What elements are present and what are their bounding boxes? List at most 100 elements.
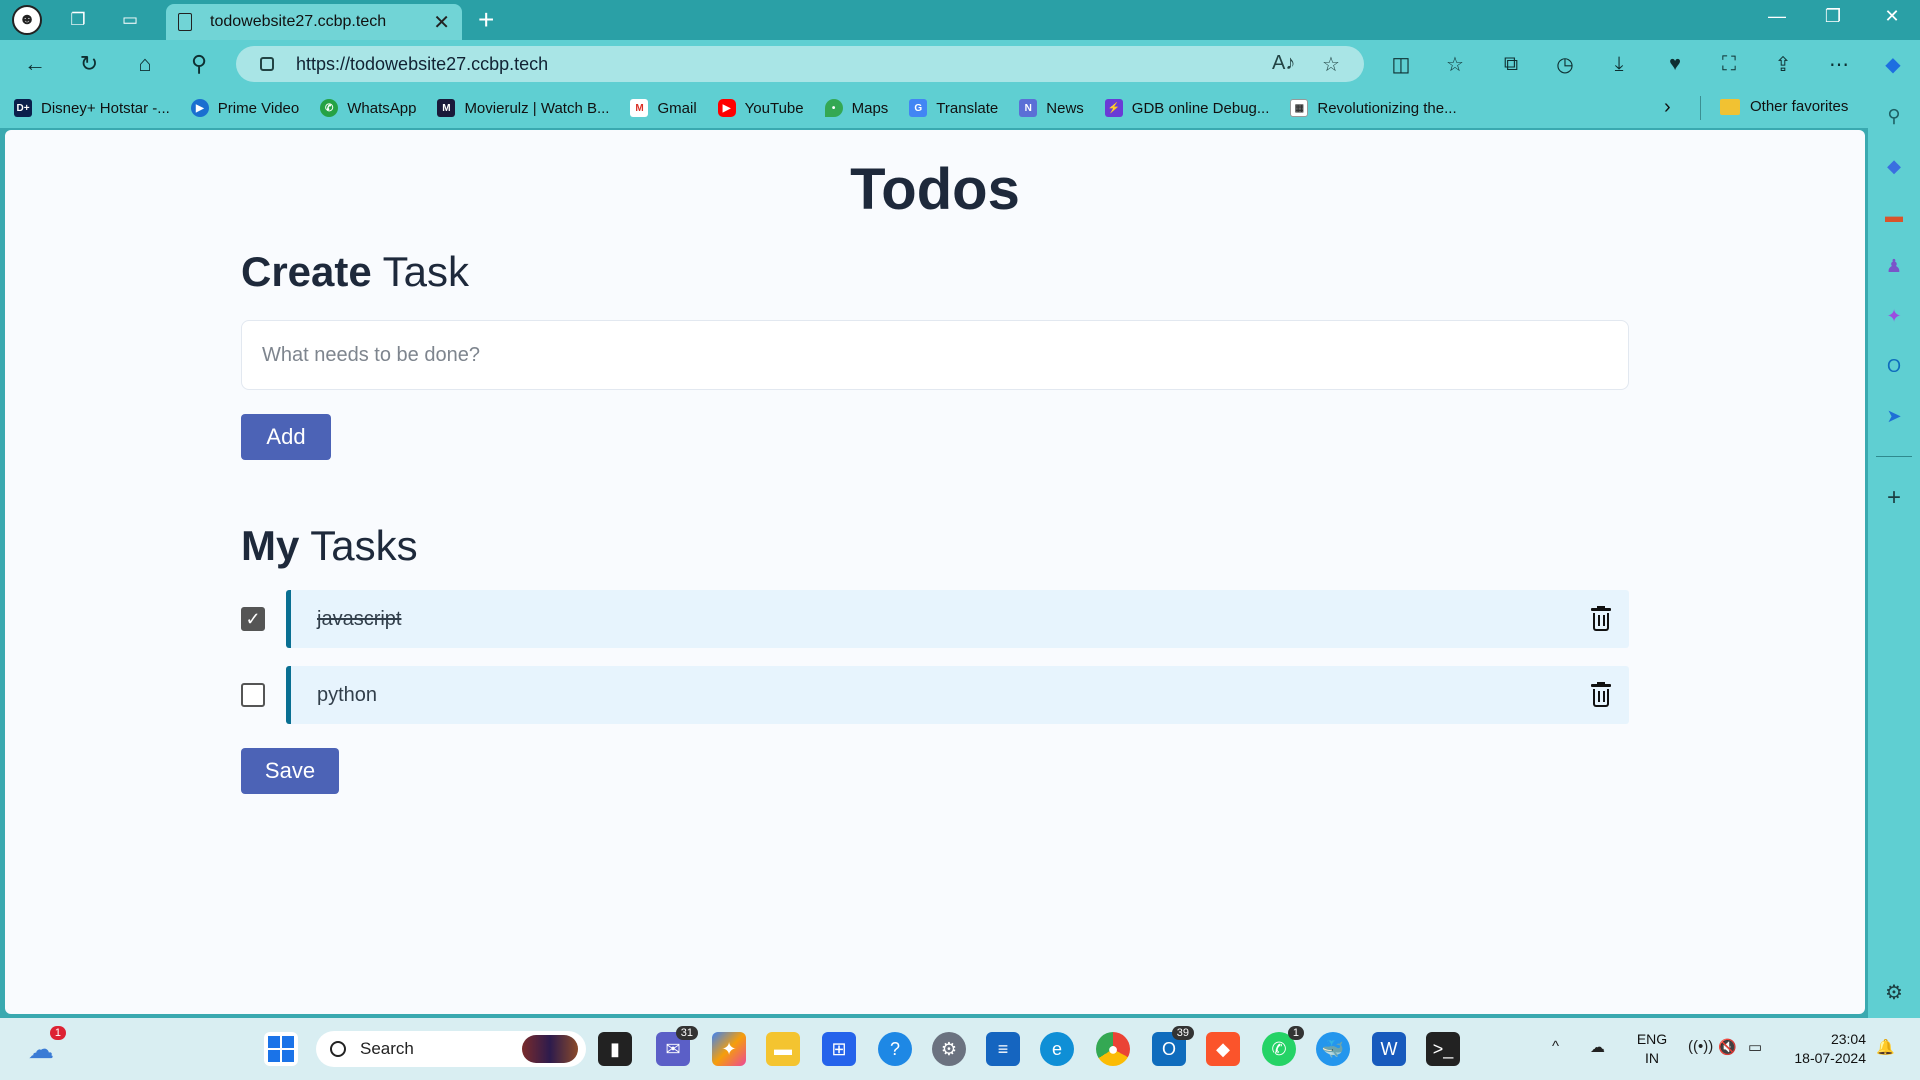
- youtube-icon: ▶: [717, 99, 736, 117]
- wifi-icon[interactable]: ((•)): [1688, 1038, 1713, 1055]
- notification-bell-icon[interactable]: 🔔: [1876, 1038, 1895, 1056]
- browser-essentials-icon[interactable]: ♥: [1660, 50, 1690, 78]
- docker-icon[interactable]: 🐳: [1316, 1032, 1350, 1066]
- favorite-prime-video[interactable]: ▶ Prime Video: [190, 99, 299, 117]
- refresh-icon[interactable]: ↻: [74, 50, 104, 78]
- close-window-icon[interactable]: ✕: [1872, 6, 1912, 27]
- url-text[interactable]: https://todowebsite27.ccbp.tech: [296, 54, 548, 75]
- battery-icon[interactable]: ▭: [1748, 1038, 1762, 1056]
- games-icon[interactable]: ♟: [1880, 252, 1908, 280]
- read-aloud-icon[interactable]: A♪: [1272, 52, 1295, 75]
- split-screen-icon[interactable]: ◫: [1386, 50, 1416, 78]
- favorites-bar: D+ Disney+ Hotstar -... ▶ Prime Video ✆ Wha…: [0, 88, 1880, 128]
- settings-icon[interactable]: ⚙: [932, 1032, 966, 1066]
- copilot-taskbar-icon[interactable]: ✦: [712, 1032, 746, 1066]
- system-clock[interactable]: 23:04 18-07-2024: [1786, 1030, 1866, 1068]
- page-title: Todos: [850, 157, 1020, 222]
- copilot-sidebar-icon[interactable]: ✦: [1880, 302, 1908, 330]
- volume-muted-icon[interactable]: 🔇: [1718, 1038, 1737, 1056]
- copilot-icon[interactable]: ◆: [1878, 50, 1908, 78]
- lock-icon[interactable]: [260, 57, 274, 71]
- other-favorites[interactable]: Other favorites: [1720, 98, 1848, 115]
- new-tab-icon[interactable]: +: [478, 4, 494, 36]
- outlook-icon[interactable]: O: [1880, 352, 1908, 380]
- edge-sidebar: ⚲ ◆ ▬ ♟ ✦ O ➤ + ⚙: [1868, 88, 1920, 1018]
- teams-icon[interactable]: ✉ 31: [656, 1026, 698, 1066]
- onedrive-icon[interactable]: ☁: [1590, 1038, 1605, 1056]
- task-checkbox[interactable]: [241, 683, 265, 707]
- edge-icon[interactable]: e: [1040, 1032, 1074, 1066]
- language-indicator[interactable]: ENG IN: [1632, 1030, 1672, 1068]
- chevron-right-icon[interactable]: ›: [1664, 96, 1671, 119]
- folder-icon: [1720, 98, 1740, 115]
- task-view-icon[interactable]: ▮: [598, 1032, 632, 1066]
- task-label[interactable]: python: [317, 684, 377, 707]
- favorite-hotstar[interactable]: D+ Disney+ Hotstar -...: [14, 99, 170, 117]
- back-icon[interactable]: ←: [20, 50, 50, 78]
- windows-start-icon[interactable]: [264, 1032, 298, 1066]
- home-icon[interactable]: ⌂: [130, 50, 160, 78]
- prime-video-icon: ▶: [190, 99, 209, 117]
- task-item: ✓ javascript: [241, 590, 1629, 648]
- close-tab-icon[interactable]: ✕: [433, 10, 450, 35]
- taskbar-search[interactable]: Search: [316, 1031, 586, 1067]
- weather-icon[interactable]: ☁ 1: [24, 1026, 66, 1066]
- whatsapp-icon[interactable]: ✆ 1: [1262, 1026, 1304, 1066]
- search-highlight-image: [522, 1035, 578, 1063]
- screenshot-icon[interactable]: ⛶: [1714, 50, 1744, 78]
- search-icon[interactable]: ⚲: [1880, 102, 1908, 130]
- word-icon[interactable]: W: [1372, 1032, 1406, 1066]
- browser-toolbar: ← ↻ ⌂ ⚲ https://todowebsite27.ccbp.tech …: [0, 40, 1920, 88]
- workspaces-icon[interactable]: ❐: [64, 6, 92, 34]
- favorite-gmail[interactable]: M Gmail: [630, 99, 697, 117]
- brave-icon[interactable]: ◆: [1206, 1032, 1240, 1066]
- favorite-gdb[interactable]: ⚡ GDB online Debug...: [1104, 99, 1269, 117]
- tools-icon[interactable]: ▬: [1880, 202, 1908, 230]
- collections-icon[interactable]: ⧉: [1496, 50, 1526, 78]
- file-explorer-icon[interactable]: ▬: [766, 1032, 800, 1066]
- history-icon[interactable]: ◷: [1550, 50, 1580, 78]
- todo-input[interactable]: [241, 320, 1629, 390]
- share-icon[interactable]: ⇪: [1768, 50, 1798, 78]
- favorite-star-icon[interactable]: ☆: [1322, 52, 1340, 77]
- delete-icon[interactable]: [1589, 606, 1613, 632]
- outlook-icon[interactable]: O 39: [1152, 1026, 1194, 1066]
- movierulz-icon: M: [437, 99, 456, 117]
- task-label-container: javascript: [286, 590, 1629, 648]
- favorite-whatsapp[interactable]: ✆ WhatsApp: [320, 99, 416, 117]
- restore-icon[interactable]: ❐: [1813, 6, 1853, 27]
- favorites-icon[interactable]: ☆: [1440, 50, 1470, 78]
- add-icon[interactable]: +: [1880, 484, 1908, 512]
- get-help-icon[interactable]: ?: [878, 1032, 912, 1066]
- downloads-icon[interactable]: ⤓: [1604, 50, 1634, 78]
- search-icon[interactable]: ⚲: [184, 50, 214, 78]
- favorite-youtube[interactable]: ▶ YouTube: [717, 99, 804, 117]
- delete-icon[interactable]: [1589, 682, 1613, 708]
- my-tasks-heading: My Tasks: [241, 522, 418, 569]
- browser-tab-bar: ☻ ❐ ▭ todowebsite27.ccbp.tech ✕ + — ❐ ✕: [0, 0, 1920, 40]
- save-button[interactable]: Save: [241, 748, 339, 794]
- tab-actions-icon[interactable]: ▭: [116, 6, 144, 34]
- task-checkbox[interactable]: ✓: [241, 607, 265, 631]
- microsoft-store-icon[interactable]: ⊞: [822, 1032, 856, 1066]
- terminal-icon[interactable]: >_: [1426, 1032, 1460, 1066]
- gear-icon[interactable]: ⚙: [1880, 978, 1908, 1006]
- notepad-icon[interactable]: ≡: [986, 1032, 1020, 1066]
- browser-tab[interactable]: todowebsite27.ccbp.tech ✕: [166, 4, 462, 40]
- favorite-revolutionizing[interactable]: ▦ Revolutionizing the...: [1290, 99, 1457, 117]
- favorite-news[interactable]: N News: [1019, 99, 1084, 117]
- gmail-icon: M: [630, 99, 649, 117]
- add-button[interactable]: Add: [241, 414, 331, 460]
- favorite-maps[interactable]: • Maps: [824, 99, 888, 117]
- favorite-movierulz[interactable]: M Movierulz | Watch B...: [437, 99, 609, 117]
- more-menu-icon[interactable]: ⋯: [1824, 50, 1854, 78]
- chrome-icon[interactable]: ●: [1096, 1032, 1130, 1066]
- task-label[interactable]: javascript: [317, 608, 401, 631]
- favorite-translate[interactable]: G Translate: [909, 99, 998, 117]
- profile-avatar[interactable]: ☻: [12, 5, 42, 35]
- address-bar[interactable]: https://todowebsite27.ccbp.tech A♪ ☆: [236, 46, 1364, 82]
- send-icon[interactable]: ➤: [1880, 402, 1908, 430]
- chevron-up-icon[interactable]: ^: [1552, 1038, 1559, 1055]
- shopping-tag-icon[interactable]: ◆: [1880, 152, 1908, 180]
- minimize-icon[interactable]: —: [1757, 6, 1797, 27]
